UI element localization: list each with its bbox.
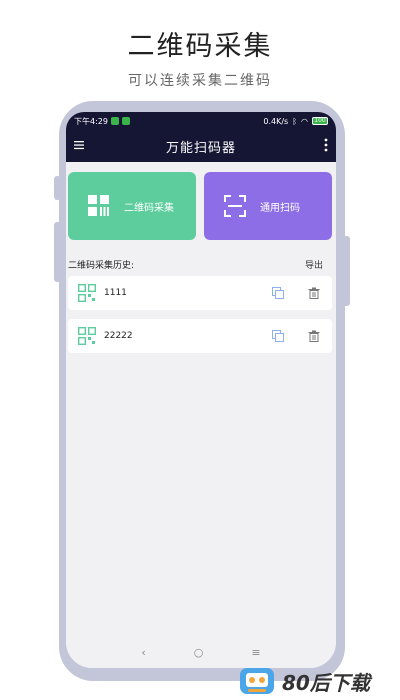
general-scan-button[interactable]: 通用扫码 <box>204 172 332 240</box>
battery-icon: 100 <box>312 117 328 125</box>
history-item-text: 22222 <box>104 331 133 341</box>
watermark-logo: 80后下载 <box>240 668 373 695</box>
status-bar: 下午4:29 0.4K/s ᛒ ◠ 100 <box>66 112 336 130</box>
history-row[interactable]: 22222 <box>68 319 332 353</box>
nav-back-button[interactable]: ‹ <box>141 646 145 659</box>
promo-page: 二维码采集 可以连续采集二维码 下午4:29 0.4K/s ᛒ ◠ 100 万能… <box>0 0 400 700</box>
history-header: 二维码采集历史: 导出 <box>68 258 323 271</box>
copy-icon[interactable] <box>272 287 284 299</box>
notification-icon <box>121 117 130 125</box>
qr-code-icon <box>78 327 96 345</box>
history-row[interactable]: 1111 <box>68 276 332 310</box>
qr-code-icon <box>78 284 96 302</box>
export-button[interactable]: 导出 <box>305 258 323 271</box>
scan-frame-icon <box>224 195 246 217</box>
promo-subtitle: 可以连续采集二维码 <box>128 73 272 89</box>
bluetooth-icon: ᛒ <box>292 116 298 126</box>
notification-icon <box>110 117 119 125</box>
trash-icon[interactable] <box>308 330 320 342</box>
more-options-icon[interactable] <box>324 138 328 152</box>
phone-screen: 下午4:29 0.4K/s ᛒ ◠ 100 万能扫码器 二维码采集 通用扫码 二… <box>66 112 336 668</box>
watermark-text: 80后下载 <box>282 671 373 695</box>
qr-collect-button[interactable]: 二维码采集 <box>68 172 196 240</box>
app-title: 万能扫码器 <box>165 140 236 156</box>
qr-collect-label: 二维码采集 <box>124 202 174 214</box>
app-bar: 万能扫码器 <box>66 130 336 162</box>
history-item-text: 1111 <box>104 288 127 298</box>
wifi-icon: ◠ <box>301 116 308 126</box>
status-time: 下午4:29 <box>74 116 108 126</box>
promo-title: 二维码采集 <box>127 31 273 62</box>
qr-grid-icon <box>88 195 109 216</box>
trash-icon[interactable] <box>308 287 320 299</box>
nav-home-button[interactable]: ○ <box>194 646 204 659</box>
menu-icon[interactable] <box>74 140 84 150</box>
nav-recent-button[interactable]: ≡ <box>251 646 260 659</box>
general-scan-label: 通用扫码 <box>260 202 300 214</box>
history-title: 二维码采集历史: <box>68 261 135 271</box>
network-speed: 0.4K/s <box>263 116 289 126</box>
copy-icon[interactable] <box>272 330 284 342</box>
